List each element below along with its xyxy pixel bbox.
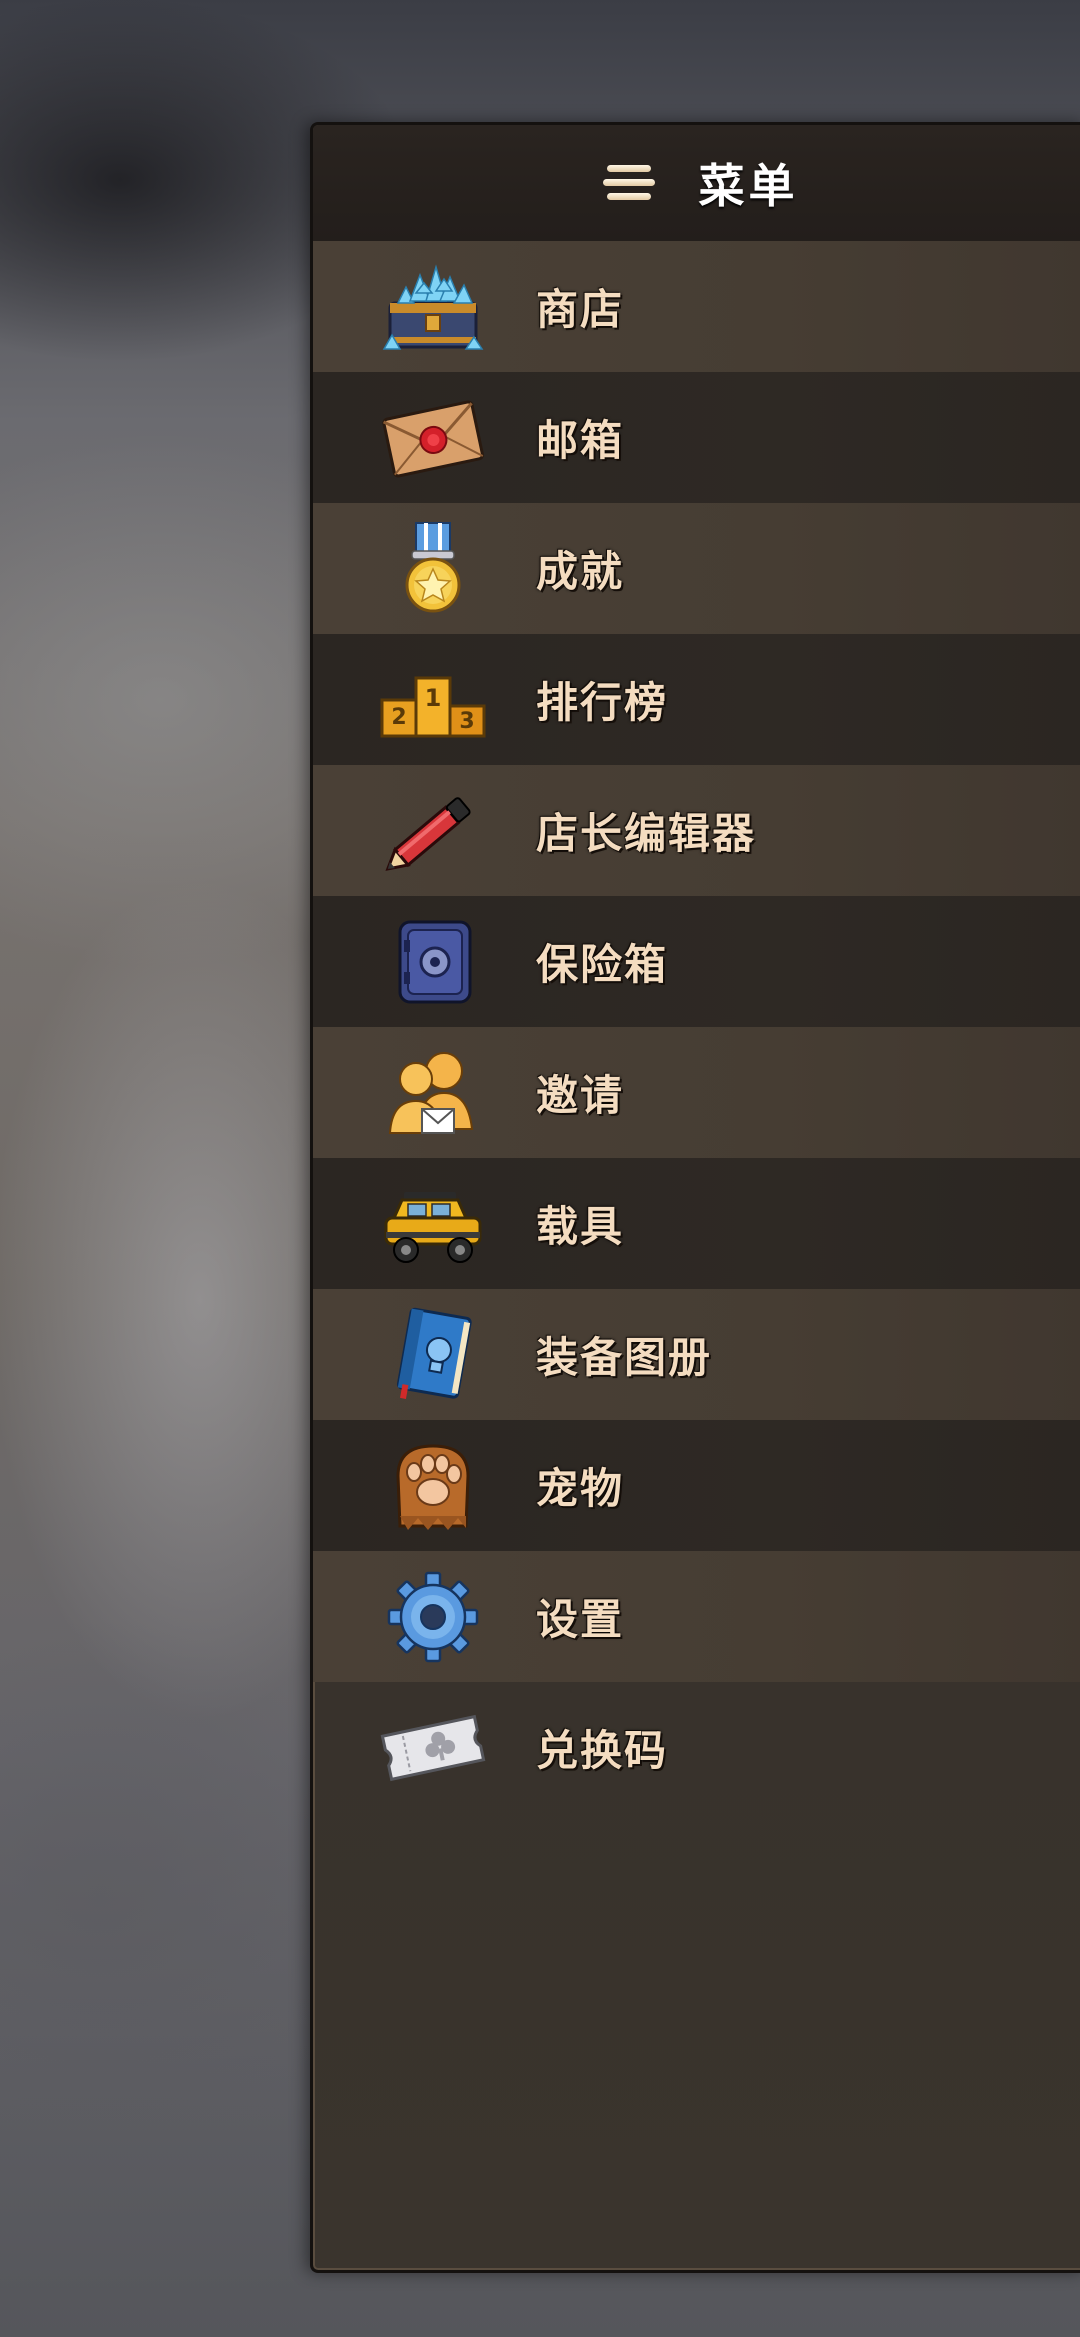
menu-item-invite[interactable]: 邀请 bbox=[313, 1027, 1080, 1158]
paw-icon bbox=[373, 1431, 493, 1541]
menu-item-label: 装备图册 bbox=[536, 1333, 713, 1382]
menu-item-label: 邮箱 bbox=[536, 416, 625, 465]
menu-item-label: 保险箱 bbox=[536, 940, 669, 989]
svg-text:3: 3 bbox=[459, 709, 474, 734]
menu-item-label: 设置 bbox=[536, 1595, 625, 1644]
pencil-icon bbox=[373, 776, 493, 886]
menu-item-label: 载具 bbox=[536, 1202, 625, 1251]
menu-item-label: 店长编辑器 bbox=[536, 809, 757, 858]
menu-item-label: 邀请 bbox=[536, 1071, 625, 1120]
jeep-icon bbox=[373, 1169, 493, 1279]
sealed-letter-icon bbox=[373, 383, 493, 493]
menu-item-redeem-code[interactable]: 兑换码 bbox=[313, 1682, 1080, 1813]
svg-text:2: 2 bbox=[391, 705, 406, 730]
menu-item-settings[interactable]: 设置 bbox=[313, 1551, 1080, 1682]
menu-item-shop[interactable]: 商店 bbox=[313, 241, 1080, 372]
equipment-book-icon bbox=[373, 1300, 493, 1410]
menu-item-mailbox[interactable]: 邮箱 bbox=[313, 372, 1080, 503]
menu-header: 菜单 bbox=[313, 125, 1080, 241]
menu-item-leaderboard[interactable]: 1 2 3 排行榜 bbox=[313, 634, 1080, 765]
gem-chest-icon bbox=[373, 252, 493, 362]
safe-icon bbox=[373, 907, 493, 1017]
menu-item-label: 兑换码 bbox=[536, 1726, 669, 1775]
menu-item-equipment-book[interactable]: 装备图册 bbox=[313, 1289, 1080, 1420]
menu-item-achievements[interactable]: 成就 bbox=[313, 503, 1080, 634]
menu-title: 菜单 bbox=[698, 159, 799, 213]
menu-item-label: 排行榜 bbox=[536, 678, 669, 727]
menu-item-vehicles[interactable]: 载具 bbox=[313, 1158, 1080, 1289]
hamburger-icon bbox=[602, 163, 655, 203]
menu-list: 商店 邮箱 成就 1 2 3 排行榜 店长编辑器 保险箱 邀请 载具 装备图册 … bbox=[313, 241, 1080, 1813]
menu-item-label: 成就 bbox=[536, 547, 625, 596]
medal-icon bbox=[373, 514, 493, 624]
menu-item-manager-editor[interactable]: 店长编辑器 bbox=[313, 765, 1080, 896]
invite-friends-icon bbox=[373, 1038, 493, 1148]
menu-panel: 菜单 商店 邮箱 成就 1 2 3 排行榜 店长编辑器 保险箱 邀请 载具 装备… bbox=[310, 122, 1080, 2273]
gear-icon bbox=[373, 1562, 493, 1672]
menu-item-pets[interactable]: 宠物 bbox=[313, 1420, 1080, 1551]
menu-item-label: 商店 bbox=[536, 285, 625, 334]
menu-item-safe[interactable]: 保险箱 bbox=[313, 896, 1080, 1027]
svg-text:1: 1 bbox=[425, 684, 442, 712]
ticket-icon bbox=[373, 1693, 493, 1803]
menu-item-label: 宠物 bbox=[536, 1464, 625, 1513]
podium-icon: 1 2 3 bbox=[373, 645, 493, 755]
